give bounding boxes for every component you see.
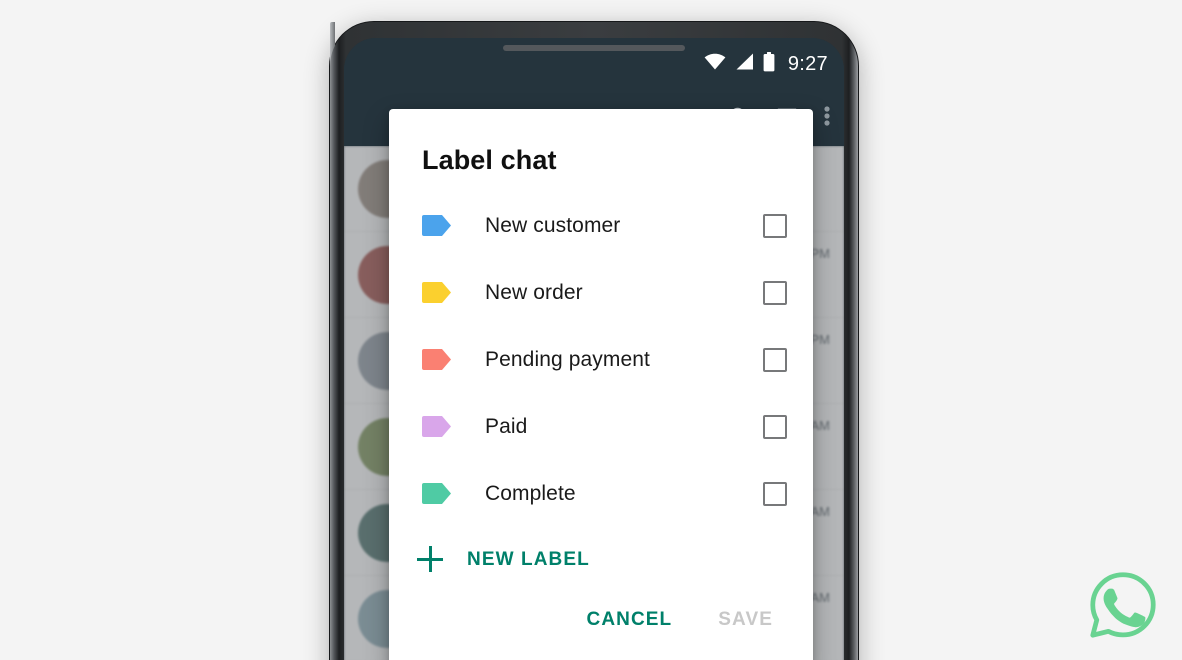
label-row-new-order[interactable]: New order: [389, 259, 813, 326]
label-tag-icon: [422, 349, 452, 370]
whatsapp-logo: [1086, 568, 1160, 642]
label-name: Complete: [485, 481, 576, 505]
overflow-menu-icon[interactable]: [824, 104, 830, 133]
new-label-button[interactable]: NEW LABEL: [389, 527, 813, 581]
plus-icon: [417, 546, 445, 574]
dialog-title: Label chat: [422, 145, 557, 175]
power-button[interactable]: [330, 108, 336, 186]
label-tag-icon: [422, 215, 452, 236]
cancel-button[interactable]: CANCEL: [575, 601, 685, 639]
volume-button-left[interactable]: [330, 22, 335, 108]
label-name: New customer: [485, 213, 621, 237]
label-checkbox[interactable]: [763, 213, 787, 238]
label-row-complete[interactable]: Complete: [389, 460, 813, 527]
wifi-icon: [704, 53, 726, 75]
volume-button-right[interactable]: [330, 186, 336, 286]
phone-device: PM PM AM: [330, 22, 858, 660]
label-row-paid[interactable]: Paid: [389, 393, 813, 460]
save-button: SAVE: [706, 601, 785, 639]
dialog-actions: CANCEL SAVE: [389, 601, 813, 660]
label-list: New customer New order Pending payment P…: [389, 180, 813, 527]
label-row-pending-payment[interactable]: Pending payment: [389, 326, 813, 393]
label-name: Pending payment: [485, 347, 650, 371]
new-label-text: NEW LABEL: [467, 549, 590, 570]
label-tag-icon: [422, 282, 452, 303]
battery-icon: [763, 51, 775, 77]
label-checkbox[interactable]: [763, 347, 787, 372]
label-name: New order: [485, 280, 583, 304]
earpiece-speaker: [503, 45, 685, 51]
status-clock: 9:27: [787, 52, 828, 75]
label-row-new-customer[interactable]: New customer: [389, 192, 813, 259]
signal-icon: [735, 53, 754, 75]
label-tag-icon: [422, 416, 452, 437]
label-checkbox[interactable]: [763, 414, 787, 439]
label-tag-icon: [422, 483, 452, 504]
label-checkbox[interactable]: [763, 280, 787, 305]
label-chat-dialog: Label chat New customer New order Pendin…: [389, 109, 813, 660]
label-name: Paid: [485, 414, 528, 438]
label-checkbox[interactable]: [763, 481, 787, 506]
phone-screen: PM PM AM: [344, 38, 844, 660]
